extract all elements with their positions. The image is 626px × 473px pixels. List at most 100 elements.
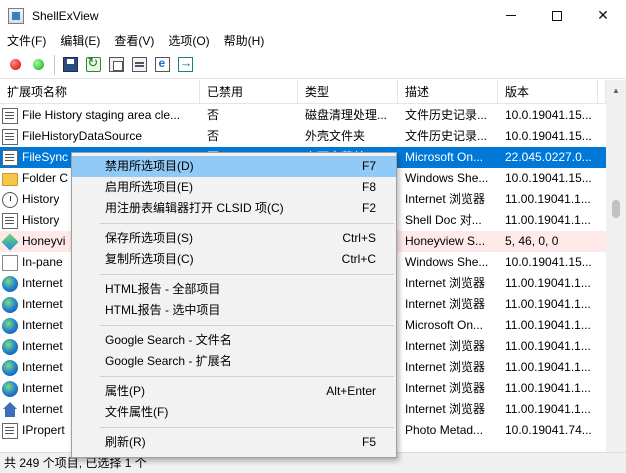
menu-edit[interactable]: 编辑(E) [53, 31, 107, 51]
disable-selected-icon [9, 59, 21, 70]
extension-name: Internet [22, 402, 63, 416]
cell-version: 11.00.19041.1... [505, 381, 591, 395]
menu-item-shortcut: F5 [361, 435, 376, 449]
html-report-button[interactable] [151, 54, 173, 76]
column-header-version[interactable]: 版本 [498, 80, 598, 104]
context-menu-item[interactable]: 禁用所选项目(D) F7 [72, 156, 396, 177]
table-row[interactable]: File History staging area cle... 否 磁盘清理处理.… [0, 105, 606, 126]
list-header: 扩展项名称 已禁用 类型 描述 版本 产 [0, 80, 606, 104]
disable-selected-button[interactable] [4, 54, 26, 76]
context-menu-item[interactable]: HTML报告 - 全部项目 [72, 279, 396, 300]
properties-button[interactable] [128, 54, 150, 76]
cell-description: Internet 浏览器 [405, 297, 486, 311]
column-header-type[interactable]: 类型 [298, 80, 398, 104]
menu-bar: 文件(F) 编辑(E) 查看(V) 选项(O) 帮助(H) [0, 31, 626, 51]
scroll-thumb[interactable] [612, 200, 620, 218]
doc-icon [2, 107, 18, 124]
cell-version: 11.00.19041.1... [505, 276, 591, 290]
html-report-icon [154, 56, 170, 72]
house-icon [2, 401, 18, 418]
column-header-description[interactable]: 描述 [398, 80, 498, 104]
refresh-icon [85, 55, 101, 72]
cell-disabled: 否 [207, 129, 220, 143]
cell-version: 10.0.19041.15... [505, 129, 592, 143]
context-menu-item[interactable]: 属性(P) Alt+Enter [72, 381, 396, 402]
cell-version: 11.00.19041.1... [505, 360, 591, 374]
menu-item-shortcut: Alt+Enter [326, 384, 376, 398]
context-menu-item[interactable]: Google Search - 文件名 [72, 330, 396, 351]
scroll-up-icon[interactable]: ▲ [606, 80, 626, 100]
extension-name: Internet [22, 339, 63, 353]
column-header-disabled[interactable]: 已禁用 [200, 80, 298, 104]
menu-item-shortcut: F2 [361, 201, 376, 215]
extension-name: IPropert [22, 423, 65, 437]
cell-description: Internet 浏览器 [405, 192, 486, 206]
cell-version: 11.00.19041.1... [505, 339, 591, 353]
extension-name: Internet [22, 318, 63, 332]
menu-item-label: 用注册表编辑器打开 CLSID 项(C) [105, 201, 284, 215]
menu-item-label: 复制所选项目(C) [105, 252, 194, 266]
context-menu-item[interactable]: 用注册表编辑器打开 CLSID 项(C) F2 [72, 198, 396, 219]
cell-type: 磁盘清理处理... [305, 108, 388, 122]
extension-name: History [22, 213, 60, 227]
globe-icon [2, 380, 18, 397]
cell-version: 11.00.19041.1... [505, 402, 591, 416]
menu-item-label: 启用所选项目(E) [105, 180, 193, 194]
menu-item-label: 禁用所选项目(D) [105, 159, 194, 173]
cell-version: 10.0.19041.15... [505, 255, 592, 269]
cell-description: 文件历史记录... [405, 129, 488, 143]
clock-icon [2, 191, 18, 208]
menu-options[interactable]: 选项(O) [161, 31, 216, 51]
context-menu: 禁用所选项目(D) F7 启用所选项目(E) F8 用注册表编辑器打开 CLSID 项(… [71, 152, 397, 458]
enable-selected-icon [32, 59, 44, 70]
exit-button[interactable] [174, 54, 196, 76]
cell-description: Internet 浏览器 [405, 402, 486, 416]
menu-view[interactable]: 查看(V) [107, 31, 161, 51]
menu-item-label: HTML报告 - 全部项目 [105, 282, 221, 296]
enable-selected-button[interactable] [27, 54, 49, 76]
menu-item-label: Google Search - 扩展名 [105, 354, 232, 368]
context-menu-item[interactable]: Google Search - 扩展名 [72, 351, 396, 372]
cell-description: Shell Doc 对... [405, 213, 482, 227]
menu-item-shortcut: Ctrl+C [341, 252, 376, 266]
menu-item-label: 保存所选项目(S) [105, 231, 193, 245]
extension-name: FileHistoryDataSource [22, 129, 143, 143]
menu-separator [100, 325, 394, 326]
refresh-button[interactable] [82, 54, 104, 76]
context-menu-item[interactable]: 文件属性(F) [72, 402, 396, 423]
cell-disabled: 否 [207, 108, 220, 122]
close-button[interactable]: ✕ [580, 0, 626, 31]
globe-icon [2, 359, 18, 376]
context-menu-item[interactable]: 保存所选项目(S) Ctrl+S [72, 228, 396, 249]
extension-name: FileSync [22, 150, 69, 164]
context-menu-item[interactable]: HTML报告 - 选中项目 [72, 300, 396, 321]
menu-item-label: 刷新(R) [105, 435, 146, 449]
cell-description: Internet 浏览器 [405, 381, 486, 395]
save-icon [62, 57, 78, 72]
cell-version: 11.00.19041.1... [505, 213, 591, 227]
menu-item-label: Google Search - 文件名 [105, 333, 232, 347]
menu-file[interactable]: 文件(F) [0, 31, 53, 51]
vertical-scrollbar[interactable]: ▲ [606, 80, 626, 452]
context-menu-item[interactable]: 复制所选项目(C) Ctrl+C [72, 249, 396, 270]
menu-help[interactable]: 帮助(H) [217, 31, 272, 51]
copy-button[interactable] [105, 54, 127, 76]
toolbar-separator [54, 54, 55, 75]
column-header-name[interactable]: 扩展项名称 [0, 80, 200, 104]
properties-icon [131, 57, 147, 72]
menu-item-label: 文件属性(F) [105, 405, 169, 419]
menu-item-shortcut: F8 [361, 180, 376, 194]
context-menu-item[interactable]: 刷新(R) F5 [72, 432, 396, 453]
cell-version: 11.00.19041.1... [505, 297, 591, 311]
table-row[interactable]: FileHistoryDataSource 否 外壳文件夹 文件历史记录... 10.0… [0, 126, 606, 147]
maximize-button[interactable] [534, 0, 580, 31]
doc-icon [2, 422, 18, 439]
globe-icon [2, 338, 18, 355]
save-button[interactable] [59, 54, 81, 76]
cell-version: 10.0.19041.15... [505, 108, 592, 122]
cell-name: File History staging area cle... [0, 105, 200, 126]
cell-description: Internet 浏览器 [405, 276, 486, 290]
minimize-button[interactable] [488, 0, 534, 31]
column-header-product[interactable]: 产 [598, 80, 606, 104]
context-menu-item[interactable]: 启用所选项目(E) F8 [72, 177, 396, 198]
